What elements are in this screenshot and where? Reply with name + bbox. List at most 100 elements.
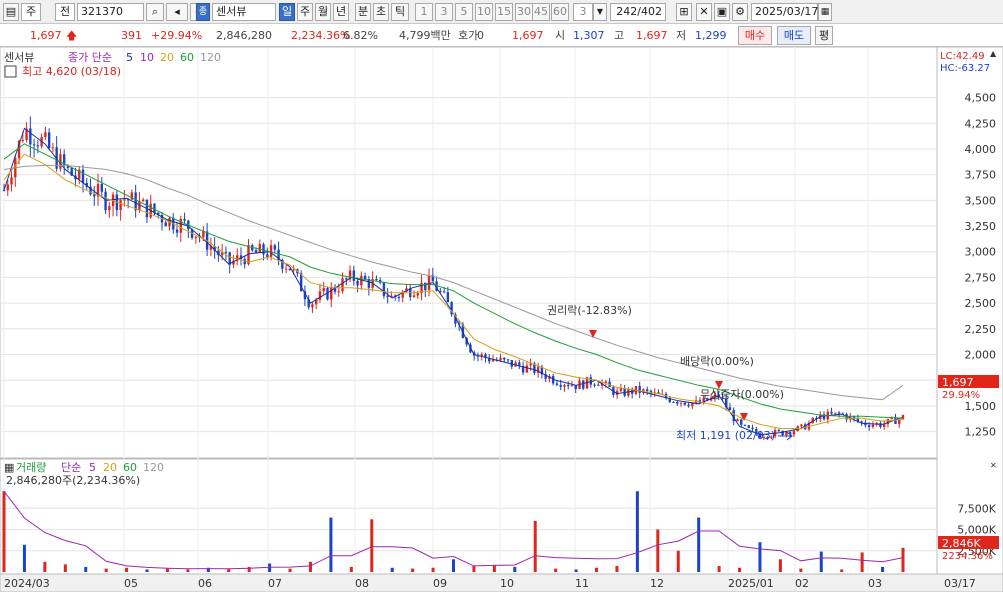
candle-body [2, 190, 6, 192]
buy-button[interactable]: 매수 [738, 26, 772, 45]
period-minute[interactable]: 분 [355, 3, 371, 21]
interval-45[interactable]: 45 [532, 3, 550, 21]
grid-icon[interactable]: ⊞ [676, 3, 692, 21]
price-tick-label: 2,000 [965, 349, 997, 362]
volume-bar [574, 569, 578, 572]
volume-bar [656, 529, 660, 572]
market-select[interactable]: 주 [21, 3, 41, 21]
candle-body [510, 360, 514, 367]
price-tick-label: 2,250 [965, 323, 997, 336]
period-week[interactable]: 주 [297, 3, 313, 21]
volume-panel[interactable] [0, 458, 938, 575]
price-change: 391 [121, 29, 142, 42]
price-ma20-label: 20 [160, 51, 174, 64]
period-year[interactable]: 년 [333, 3, 349, 21]
panel-toggle-icon[interactable] [4, 65, 17, 78]
candle-body [266, 254, 269, 257]
volume-ma60-label: 60 [123, 461, 137, 474]
candle-body [442, 291, 446, 293]
volume-tick-label: 7,500K [957, 502, 996, 515]
period-day[interactable]: 일 [279, 3, 295, 21]
period-month[interactable]: 월 [315, 3, 331, 21]
price-tick-label: 2,750 [965, 271, 997, 284]
volume-legend-prefix: 단순 [61, 461, 81, 474]
candle-body [792, 431, 796, 435]
candle-body [743, 424, 747, 426]
volume-bar [165, 568, 169, 572]
low-note: 최저 1,191 (02/03) [676, 429, 775, 442]
stock-name-field[interactable]: 센서뷰 [212, 3, 276, 21]
candle-body [352, 270, 356, 281]
candle-body [194, 236, 198, 238]
candle-body [141, 199, 145, 202]
candle-body [416, 293, 419, 296]
high-label: 고 [614, 29, 625, 42]
cross-icon[interactable]: ✕ [696, 3, 712, 21]
interval-15[interactable]: 15 [495, 3, 513, 21]
sell-button[interactable]: 매도 [777, 26, 811, 45]
candle-body [44, 132, 47, 138]
candle-body [100, 183, 103, 192]
candle-body [363, 275, 367, 280]
speaker-icon[interactable]: ◂ [166, 3, 188, 21]
price-tick-label: 1,250 [965, 426, 997, 439]
candle-body [322, 288, 325, 292]
candle-body [375, 278, 378, 281]
candle-body [672, 402, 675, 404]
candle-body [570, 385, 574, 387]
stock-code-input[interactable]: 321370 [77, 3, 144, 21]
volume-bar [186, 569, 190, 572]
candle-body [679, 402, 683, 404]
candle-body [337, 291, 340, 293]
volume-bar [697, 517, 701, 572]
price-panel-collapse-icon[interactable]: ▲ [990, 49, 997, 58]
interval-1[interactable]: 1 [415, 3, 433, 21]
volume-panel-collapse-icon[interactable]: ✕ [990, 461, 997, 470]
trade-amount: 4,799백만 [399, 29, 451, 42]
calendar-icon[interactable]: ▦ [818, 3, 832, 21]
candle-body [330, 286, 333, 300]
count-dropdown-icon[interactable]: ▼ [593, 3, 607, 21]
count-input[interactable]: 3 [573, 3, 593, 21]
date-input[interactable]: 2025/03/17 [751, 3, 818, 21]
lc-label: LC:42.49 [940, 51, 985, 62]
interval-5[interactable]: 5 [455, 3, 473, 21]
volume-bar [901, 547, 905, 572]
average-button[interactable]: 평 [815, 26, 833, 45]
volume-bar [431, 567, 435, 572]
candle-body [108, 206, 111, 211]
interval-30[interactable]: 30 [515, 3, 533, 21]
search-icon[interactable]: ⌕ [146, 3, 164, 21]
volume-tick-label: 5,000K [957, 524, 996, 537]
date-tick-label: 2025/01 [728, 577, 774, 590]
price-ma5-label: 5 [126, 51, 133, 64]
period-tick[interactable]: 틱 [391, 3, 409, 21]
save-icon[interactable]: ▣ [714, 3, 730, 21]
window-menu-icon[interactable]: ▤ [3, 3, 19, 21]
gear-icon[interactable]: ⚙ [732, 3, 748, 21]
stock-chart[interactable]: 4,500 4,250 4,000 3,750 3,500 3,250 3,000 2,750… [0, 47, 1003, 592]
period-second[interactable]: 초 [373, 3, 389, 21]
price-ma10-label: 10 [140, 51, 154, 64]
date-tick-label: 09 [433, 577, 447, 590]
candle-body [525, 365, 529, 373]
prev-select[interactable]: 전 [55, 3, 75, 21]
candle-body [311, 304, 314, 308]
candle-body [6, 184, 9, 191]
interval-10[interactable]: 10 [475, 3, 493, 21]
interval-60[interactable]: 60 [551, 3, 569, 21]
open-label: 시 [555, 29, 566, 42]
candle-body [506, 359, 510, 361]
price-tick-label: 3,250 [965, 220, 997, 233]
candle-body [93, 194, 96, 197]
volume-bar [308, 561, 312, 572]
volume-bar [595, 567, 599, 572]
volume-bar [411, 568, 415, 572]
candle-body [386, 295, 389, 297]
candle-body [867, 425, 871, 427]
volume-bar [452, 559, 455, 572]
stock-prefix-badge: 종 [196, 3, 210, 21]
volume-bar [43, 561, 47, 572]
price-panel[interactable] [0, 47, 938, 459]
interval-3[interactable]: 3 [435, 3, 453, 21]
